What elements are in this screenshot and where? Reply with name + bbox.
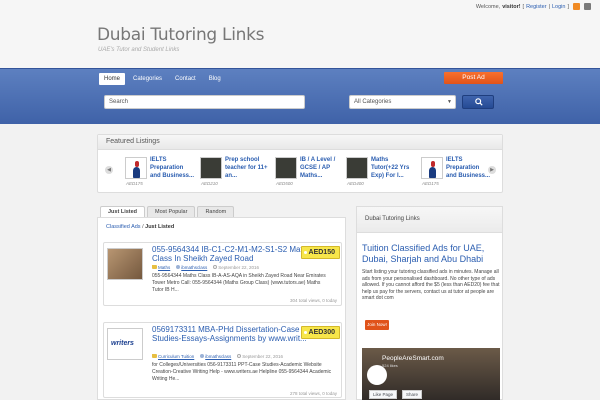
- listing-author[interactable]: ibmathsclass: [181, 265, 207, 270]
- featured-title[interactable]: Maths Tutor(+22 Yrs Exp) For I...: [371, 156, 416, 180]
- listing-stats: 278 total views, 0 today: [289, 391, 337, 396]
- rss-icon[interactable]: [573, 3, 580, 10]
- site-tagline: UAE's Tutor and Student Links: [98, 47, 180, 53]
- sidebar-heading: Dubai Tutoring Links: [357, 207, 502, 233]
- post-ad-button[interactable]: Post Ad: [444, 72, 503, 84]
- featured-price: AED210: [201, 181, 218, 186]
- featured-title[interactable]: IELTS Preparation and Business...: [446, 156, 491, 180]
- listing-stats: 304 total views, 0 today: [289, 298, 337, 303]
- fb-page-name[interactable]: PeopleAreSmart.com: [382, 355, 444, 362]
- listing-price-tag: AED300: [300, 326, 340, 339]
- featured-thumbnail: [275, 157, 297, 179]
- featured-title[interactable]: IB / A Level / GCSE / AP Maths...: [300, 156, 345, 180]
- featured-thumbnail: [421, 157, 443, 179]
- breadcrumb-root[interactable]: Classified Ads: [106, 224, 141, 230]
- fb-like-button[interactable]: Like Page: [369, 390, 398, 399]
- nav-contact[interactable]: Contact: [170, 73, 201, 85]
- featured-item[interactable]: AED175 IELTS Preparation and Business...: [125, 155, 195, 191]
- listing-title[interactable]: 0569173311 MBA-PHd Dissertation-Case Stu…: [152, 325, 312, 343]
- site-header: Welcome, visitor! [ Register | Login ] D…: [0, 0, 600, 68]
- featured-title[interactable]: Prep school teacher for 11+ an...: [225, 156, 270, 180]
- listing-author[interactable]: ibmathsclass: [205, 354, 231, 359]
- welcome-bar: Welcome, visitor! [ Register | Login ]: [476, 3, 591, 10]
- featured-item[interactable]: AED210 Prep school teacher for 11+ an...: [200, 155, 270, 191]
- listing-description: for Colleges/Universities 056-9173311 PP…: [152, 362, 332, 382]
- listing-category[interactable]: Maths: [158, 265, 170, 270]
- nav-categories[interactable]: Categories: [128, 73, 167, 85]
- page-logo-icon: [367, 365, 387, 385]
- listing-tabs: Just Listed Most Popular Random: [100, 206, 235, 217]
- folder-icon: [152, 265, 157, 269]
- promo-title: Tuition Classified Ads for UAE, Dubai, S…: [362, 243, 485, 264]
- promo-text: Start listing your tutoring classified a…: [362, 269, 500, 301]
- breadcrumb-current: Just Listed: [145, 224, 175, 230]
- listing-date: September 22, 2016: [242, 354, 284, 359]
- register-link[interactable]: Register: [526, 4, 546, 10]
- featured-price: AED175: [126, 181, 143, 186]
- site-title[interactable]: Dubai Tutoring Links: [97, 25, 265, 45]
- featured-price: AED400: [347, 181, 364, 186]
- featured-listings: Featured Listings ◀ ▶ AED175 IELTS Prepa…: [97, 134, 503, 193]
- listing-title[interactable]: 055-9564344 IB-C1-C2-M1-M2-S1-S2 Maths C…: [152, 245, 312, 263]
- folder-icon: [152, 354, 157, 358]
- listing-date: September 22, 2016: [218, 265, 260, 270]
- chevron-down-icon: ▼: [447, 99, 452, 105]
- nav-blog[interactable]: Blog: [204, 73, 226, 85]
- category-select[interactable]: All Categories ▼: [349, 95, 456, 109]
- join-now-button[interactable]: Join Now!: [365, 320, 389, 330]
- tab-most-popular[interactable]: Most Popular: [147, 206, 196, 217]
- listing-price-tag: AED150: [300, 246, 340, 259]
- featured-item[interactable]: AED175 IELTS Preparation and Business...: [421, 155, 491, 191]
- search-input[interactable]: Search: [104, 95, 305, 109]
- user-icon: [176, 265, 181, 269]
- search-button[interactable]: [462, 95, 494, 109]
- main-nav: Home Categories Contact Blog: [99, 73, 226, 85]
- category-select-value: All Categories: [354, 99, 392, 105]
- clock-icon: [213, 265, 218, 269]
- welcome-text: Welcome,: [475, 3, 501, 10]
- listing-thumbnail[interactable]: writers: [107, 328, 143, 360]
- username: visitor!: [502, 3, 521, 10]
- featured-thumbnail: [200, 157, 222, 179]
- listing-thumbnail[interactable]: [107, 248, 143, 280]
- writers-logo: writers: [111, 340, 134, 347]
- featured-price: AED175: [422, 181, 439, 186]
- fb-likes-count: 524 likes: [382, 363, 398, 368]
- carousel-prev-icon[interactable]: ◀: [105, 166, 113, 174]
- tab-random[interactable]: Random: [197, 206, 235, 217]
- listing-description: 055-9564344 Maths Class IB-A-AS-AQA in S…: [152, 273, 326, 293]
- featured-thumbnail: [125, 157, 147, 179]
- fb-share-button[interactable]: Share: [402, 390, 423, 399]
- user-icon: [200, 354, 205, 358]
- nav-home[interactable]: Home: [99, 73, 126, 85]
- login-link[interactable]: Login: [552, 4, 565, 10]
- breadcrumb: Classified Ads / Just Listed: [106, 224, 175, 230]
- listing-meta: Curriculum Tuition ibmathsclass Septembe…: [152, 354, 283, 359]
- search-icon: [475, 98, 483, 106]
- listings-panel: Classified Ads / Just Listed 055-9564344…: [97, 217, 346, 400]
- listing-meta: Maths ibmathsclass September 22, 2016: [152, 265, 259, 270]
- twitter-icon[interactable]: [584, 3, 591, 10]
- clock-icon: [237, 354, 242, 358]
- featured-price: AED500: [276, 181, 293, 186]
- featured-item[interactable]: AED500 IB / A Level / GCSE / AP Maths...: [275, 155, 345, 191]
- featured-heading: Featured Listings: [98, 135, 502, 150]
- listing-item: 055-9564344 IB-C1-C2-M1-M2-S1-S2 Maths C…: [103, 242, 342, 306]
- listing-item: writers 0569173311 MBA-PHd Dissertation-…: [103, 322, 342, 398]
- featured-item[interactable]: AED400 Maths Tutor(+22 Yrs Exp) For I...: [346, 155, 416, 191]
- tab-just-listed[interactable]: Just Listed: [100, 206, 146, 217]
- featured-title[interactable]: IELTS Preparation and Business...: [150, 156, 195, 180]
- listing-category[interactable]: Curriculum Tuition: [158, 354, 194, 359]
- facebook-page-widget[interactable]: PeopleAreSmart.com 524 likes Like Page S…: [362, 348, 500, 400]
- featured-thumbnail: [346, 157, 368, 179]
- sidebar-widget: Dubai Tutoring Links Tuition Classified …: [356, 206, 503, 400]
